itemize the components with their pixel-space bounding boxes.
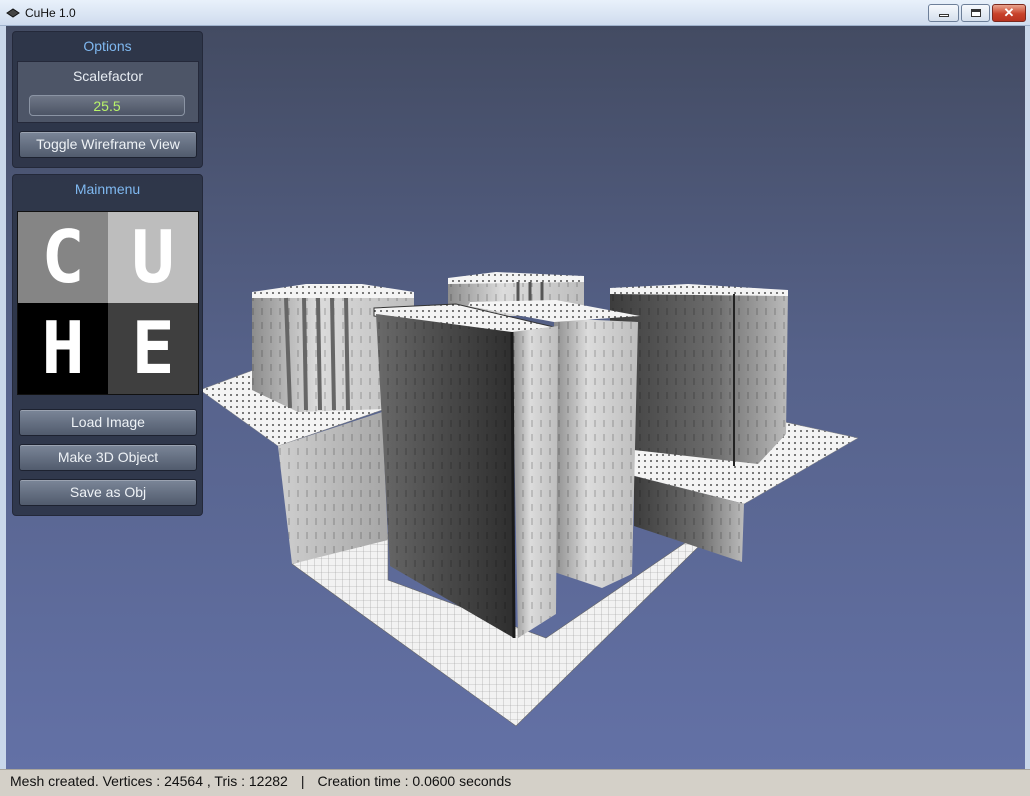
- status-creation-time: Creation time : 0.0600 seconds: [317, 773, 511, 789]
- save-as-obj-button[interactable]: Save as Obj: [19, 479, 197, 506]
- toggle-wireframe-button[interactable]: Toggle Wireframe View: [19, 131, 197, 158]
- main-menu-panel: Mainmenu C U H E Load Image Make 3D Obje…: [12, 174, 203, 516]
- main-menu-title: Mainmenu: [13, 181, 202, 199]
- logo-letter-c: C: [18, 212, 108, 303]
- load-image-button[interactable]: Load Image: [19, 409, 197, 436]
- window-title: CuHe 1.0: [25, 6, 76, 20]
- scalefactor-group: Scalefactor 25.5: [17, 61, 199, 123]
- close-icon: ✕: [993, 5, 1025, 21]
- tower-front-right-texture: [512, 326, 558, 638]
- options-panel: Options Scalefactor 25.5 Toggle Wirefram…: [12, 31, 203, 168]
- maximize-icon: [971, 9, 981, 17]
- tower-middle-front-texture: [554, 318, 638, 588]
- make-3d-object-button[interactable]: Make 3D Object: [19, 444, 197, 471]
- logo-letter-u: U: [108, 212, 198, 303]
- status-separator: |: [301, 773, 305, 789]
- cuhe-logo: C U H E: [17, 211, 199, 395]
- tower-front-edge: [512, 332, 514, 638]
- 3d-viewport[interactable]: Options Scalefactor 25.5 Toggle Wirefram…: [6, 26, 1025, 769]
- logo-letter-e: E: [108, 303, 198, 394]
- block-back-center-top: [448, 272, 584, 284]
- scalefactor-label: Scalefactor: [18, 68, 198, 84]
- title-bar: CuHe 1.0 ✕: [0, 0, 1030, 26]
- status-bar: Mesh created. Vertices : 24564 , Tris : …: [0, 769, 1030, 796]
- status-mesh-info: Mesh created. Vertices : 24564 , Tris : …: [10, 773, 288, 789]
- scalefactor-input[interactable]: 25.5: [29, 95, 185, 116]
- minimize-icon: [939, 14, 949, 17]
- block-back-left-top: [252, 284, 414, 298]
- block-back-right-top: [610, 284, 788, 296]
- minimize-button[interactable]: [928, 4, 959, 22]
- maximize-button[interactable]: [961, 4, 990, 22]
- options-title: Options: [13, 38, 202, 56]
- close-button[interactable]: ✕: [992, 4, 1026, 22]
- logo-letter-h: H: [18, 303, 108, 394]
- app-icon: [6, 7, 20, 19]
